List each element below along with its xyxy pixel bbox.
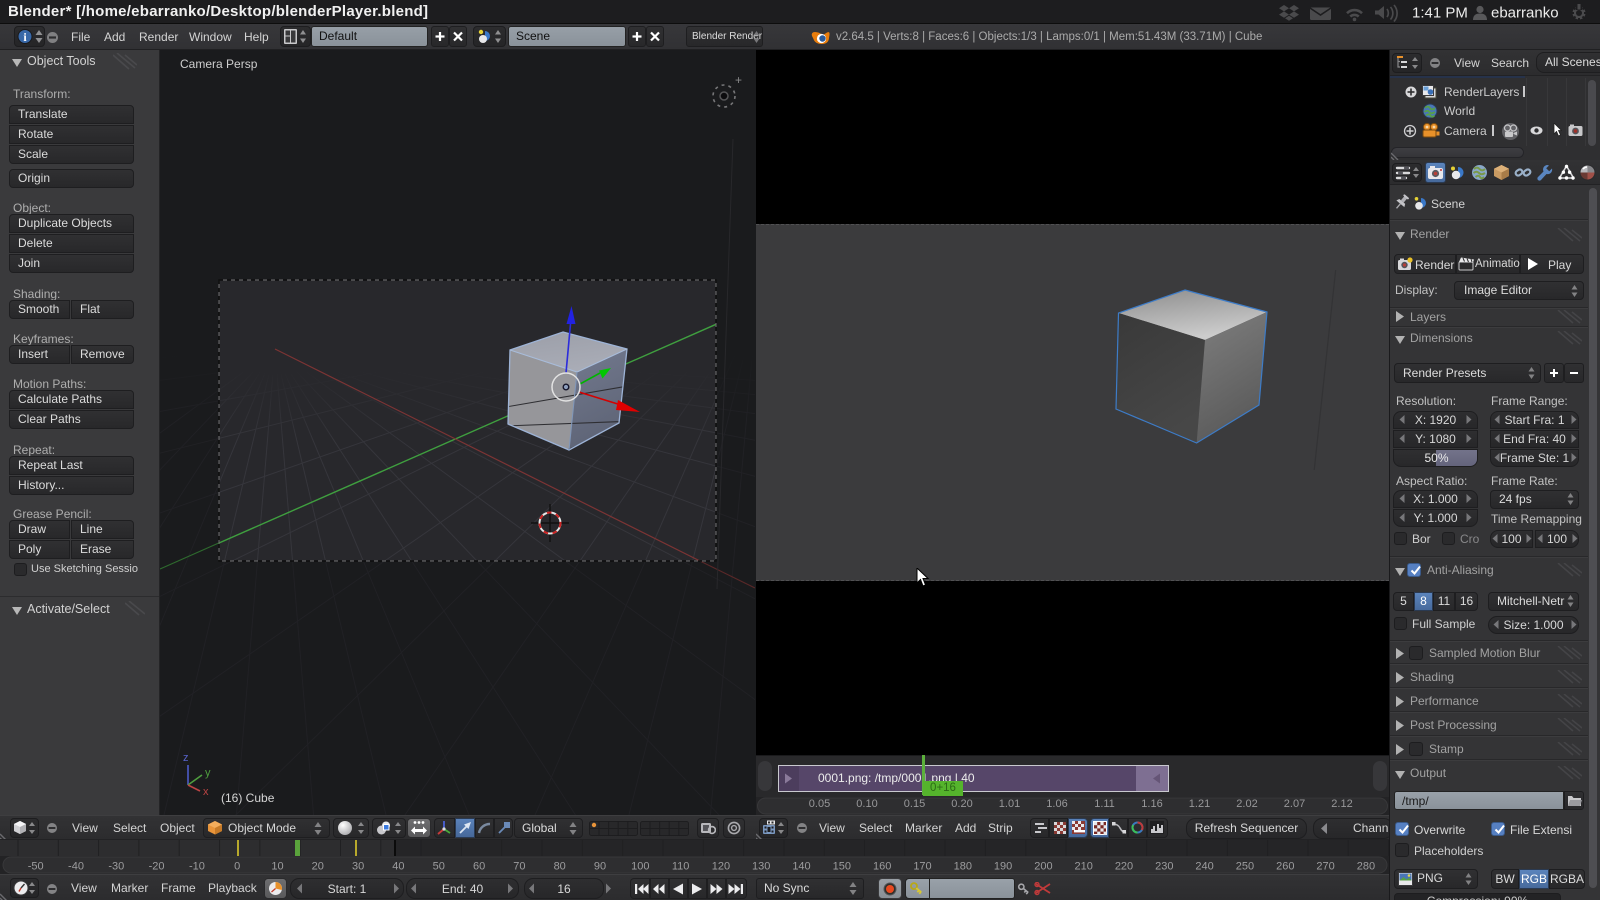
svg-text:200: 200 bbox=[1034, 861, 1052, 873]
svg-text:220: 220 bbox=[1115, 861, 1133, 873]
svg-text:60: 60 bbox=[473, 861, 485, 873]
svg-text:110: 110 bbox=[672, 861, 690, 873]
svg-text:90: 90 bbox=[594, 861, 606, 873]
svg-text:ebarranko: ebarranko bbox=[1491, 5, 1559, 22]
svg-text:2.07: 2.07 bbox=[1284, 798, 1305, 810]
svg-text:230: 230 bbox=[1155, 861, 1173, 873]
svg-text:80: 80 bbox=[554, 861, 566, 873]
svg-text:-50: -50 bbox=[28, 861, 44, 873]
svg-text:180: 180 bbox=[954, 861, 972, 873]
svg-text:Camera Persp: Camera Persp bbox=[180, 57, 258, 71]
svg-text:30: 30 bbox=[352, 861, 364, 873]
svg-text:130: 130 bbox=[752, 861, 770, 873]
svg-text:1.21: 1.21 bbox=[1189, 798, 1210, 810]
svg-text:+: + bbox=[735, 73, 742, 87]
svg-text:20: 20 bbox=[312, 861, 324, 873]
svg-text:210: 210 bbox=[1075, 861, 1093, 873]
svg-text:120: 120 bbox=[712, 861, 730, 873]
svg-text:150: 150 bbox=[833, 861, 851, 873]
svg-text:280: 280 bbox=[1357, 861, 1375, 873]
svg-text:-30: -30 bbox=[108, 861, 124, 873]
svg-text:170: 170 bbox=[913, 861, 931, 873]
svg-text:2.12: 2.12 bbox=[1331, 798, 1352, 810]
svg-text:40: 40 bbox=[392, 861, 404, 873]
svg-text:70: 70 bbox=[513, 861, 525, 873]
svg-text:260: 260 bbox=[1276, 861, 1294, 873]
svg-text:-10: -10 bbox=[189, 861, 205, 873]
svg-text:0.10: 0.10 bbox=[856, 798, 877, 810]
svg-text:0: 0 bbox=[234, 861, 240, 873]
svg-text:50: 50 bbox=[433, 861, 445, 873]
svg-text:-20: -20 bbox=[149, 861, 165, 873]
svg-text:z: z bbox=[183, 752, 189, 764]
svg-text:190: 190 bbox=[994, 861, 1012, 873]
svg-text:100: 100 bbox=[631, 861, 649, 873]
svg-text:y: y bbox=[205, 767, 211, 779]
svg-text:1:41 PM: 1:41 PM bbox=[1412, 5, 1468, 22]
svg-text:270: 270 bbox=[1316, 861, 1334, 873]
svg-text:10: 10 bbox=[271, 861, 283, 873]
svg-text:1.16: 1.16 bbox=[1141, 798, 1162, 810]
svg-text:1.01: 1.01 bbox=[999, 798, 1020, 810]
svg-text:1.06: 1.06 bbox=[1046, 798, 1067, 810]
svg-text:x: x bbox=[203, 786, 209, 798]
svg-text:-40: -40 bbox=[68, 861, 84, 873]
svg-text:0.20: 0.20 bbox=[951, 798, 972, 810]
svg-text:250: 250 bbox=[1236, 861, 1254, 873]
svg-text:0.15: 0.15 bbox=[904, 798, 925, 810]
svg-text:(16) Cube: (16) Cube bbox=[221, 791, 275, 805]
svg-text:1.11: 1.11 bbox=[1094, 798, 1115, 810]
svg-text:160: 160 bbox=[873, 861, 891, 873]
svg-text:140: 140 bbox=[792, 861, 810, 873]
svg-text:240: 240 bbox=[1195, 861, 1213, 873]
svg-text:0.05: 0.05 bbox=[809, 798, 830, 810]
svg-text:2.02: 2.02 bbox=[1236, 798, 1257, 810]
